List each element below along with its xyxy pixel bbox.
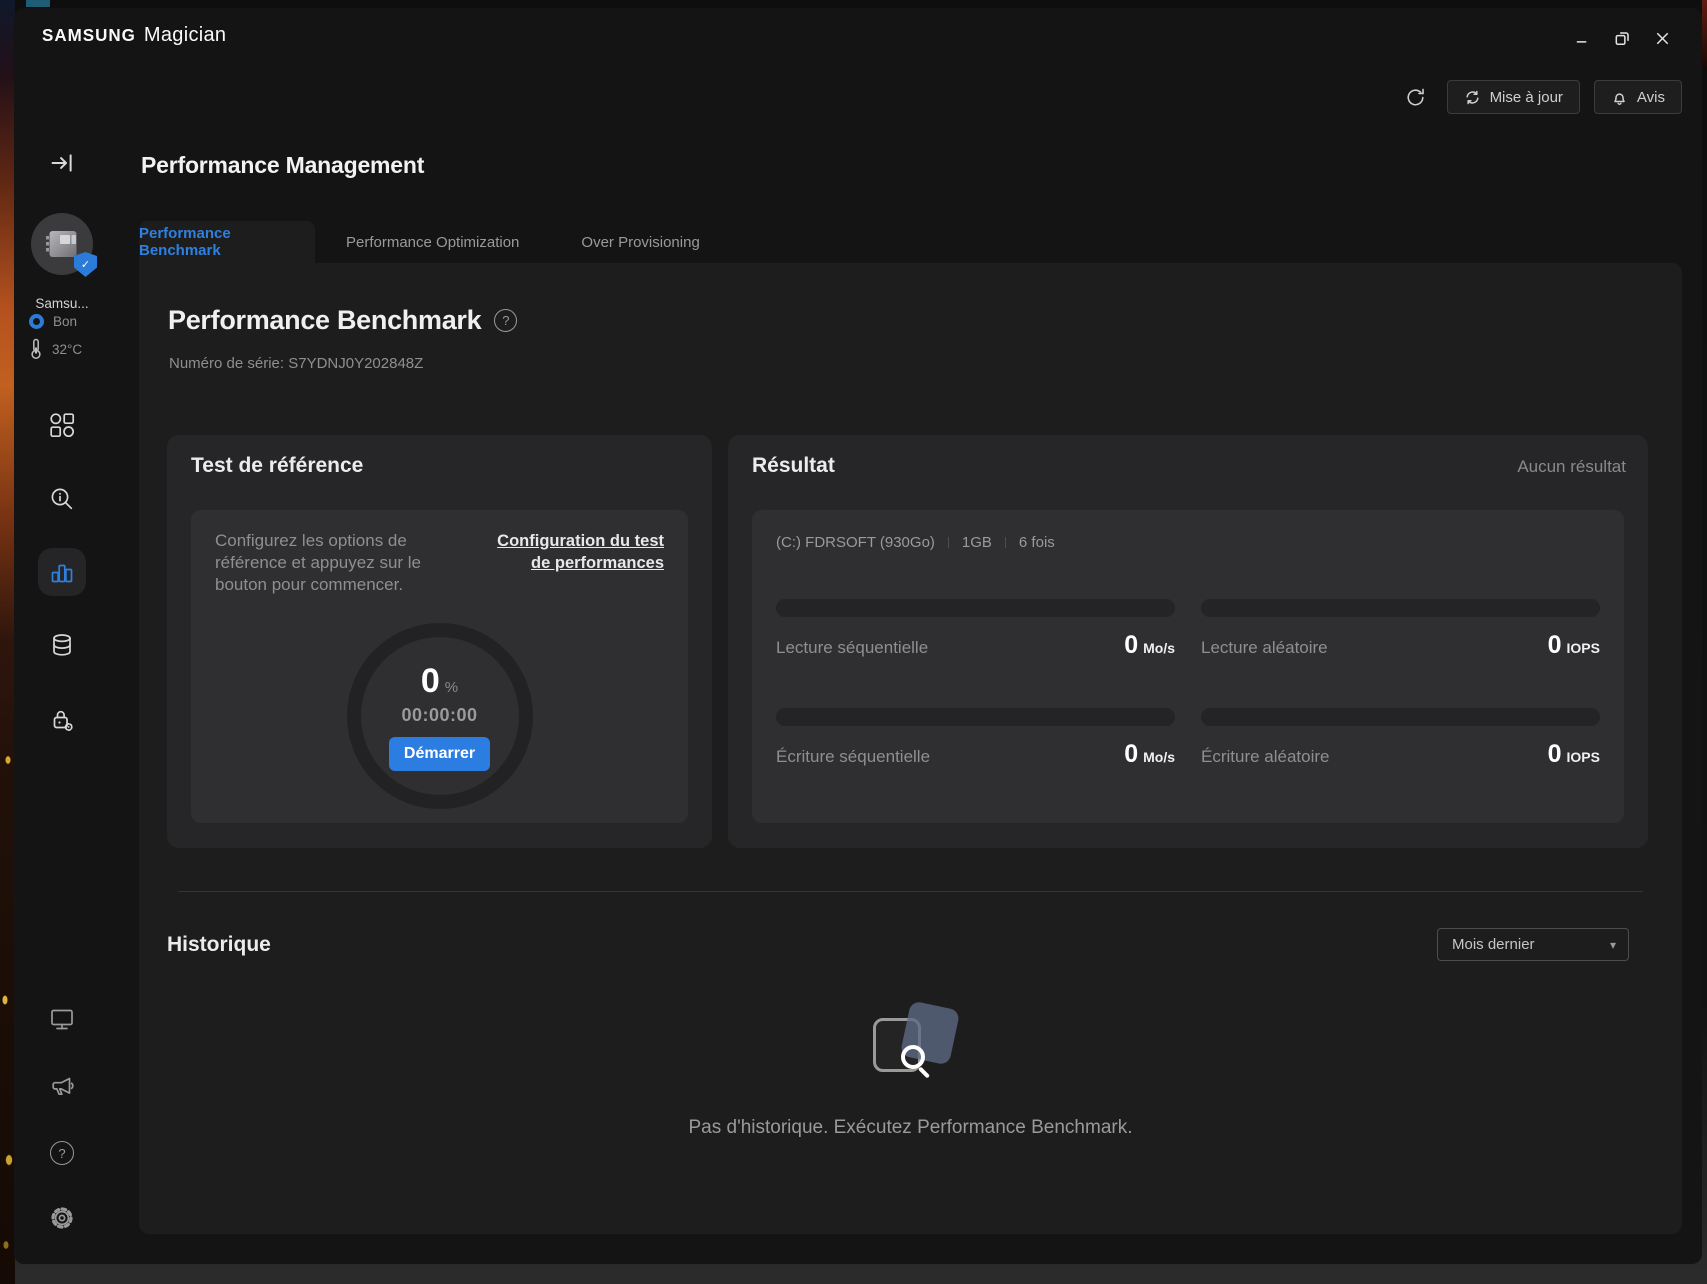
sidebar-item-dashboard[interactable]	[38, 401, 86, 449]
sidebar-item-performance-management[interactable]	[38, 548, 86, 596]
drive-temperature-row: 32°C	[14, 338, 110, 360]
metric-label: Écriture aléatoire	[1201, 747, 1330, 766]
bar-chart-icon	[51, 564, 73, 583]
metric-label: Lecture séquentielle	[776, 638, 929, 657]
history-empty-state: Pas d'historique. Exécutez Performance B…	[139, 1000, 1682, 1139]
metric-value: 0	[1547, 740, 1562, 768]
metric-value: 0	[1124, 740, 1139, 768]
test-card-title: Test de référence	[191, 454, 364, 477]
progress-gauge: 0 % 00:00:00 Démarrer	[346, 623, 533, 809]
expand-sidebar-icon	[51, 154, 72, 172]
help-icon: ?	[50, 1141, 74, 1165]
iterations-label: 6 fois	[1018, 534, 1055, 551]
sidebar-item-help[interactable]: ?	[38, 1129, 86, 1177]
benchmark-cards: Test de référence Configurez les options…	[167, 435, 1648, 848]
health-label: Bon	[53, 314, 78, 329]
test-parameters-row: (C:) FDRSOFT (930Go) 1GB 6 fois	[776, 534, 1600, 551]
reference-test-card: Test de référence Configurez les options…	[167, 435, 712, 848]
sidebar: ✓ Samsu... Bon 32°C ?	[14, 8, 110, 1264]
target-drive-label: (C:) FDRSOFT (930Go)	[776, 534, 935, 551]
lock-settings-icon	[53, 710, 73, 731]
result-card-body: (C:) FDRSOFT (930Go) 1GB 6 fois Lecture …	[752, 510, 1624, 823]
main-content: Performance Management Performance Bench…	[139, 8, 1682, 1264]
metric-sequential-write: Écriture séquentielle 0 Mo/s	[776, 708, 1175, 769]
ssd-icon	[46, 231, 77, 257]
elapsed-timer: 00:00:00	[401, 704, 478, 725]
no-history-icon	[861, 1000, 961, 1085]
desktop-wallpaper-strip	[0, 0, 15, 1284]
drive-name-label: Samsu...	[35, 296, 89, 311]
metric-unit: IOPS	[1566, 640, 1600, 656]
divider	[947, 537, 949, 548]
database-icon	[53, 634, 71, 656]
megaphone-icon	[52, 1077, 74, 1096]
dashboard-grid-icon	[50, 413, 75, 438]
section-divider	[178, 891, 1643, 892]
history-period-value: Mois dernier	[1452, 936, 1535, 953]
progress-percent: 0 %	[421, 662, 458, 701]
desktop-wallpaper-edge	[1702, 0, 1707, 70]
sidebar-item-announcements[interactable]	[38, 1062, 86, 1110]
section-help-icon[interactable]: ?	[494, 309, 518, 332]
thermometer-icon	[31, 338, 41, 359]
metric-value: 0	[1124, 631, 1139, 659]
shield-check-badge-icon: ✓	[74, 252, 97, 277]
page-title: Performance Management	[141, 152, 425, 178]
tab-bar: Performance Benchmark Performance Optimi…	[139, 221, 731, 263]
metric-random-read: Lecture aléatoire 0 IOPS	[1201, 599, 1600, 660]
progress-unit: %	[444, 678, 459, 696]
desktop-wallpaper-accent	[26, 0, 50, 7]
metric-label: Lecture aléatoire	[1201, 638, 1328, 657]
health-good-icon	[29, 314, 44, 329]
serial-number: Numéro de série: S7YDNJ0Y202848Z	[169, 355, 424, 372]
sidebar-expand-button[interactable]	[38, 139, 86, 187]
metric-random-write: Écriture aléatoire 0 IOPS	[1201, 708, 1600, 769]
progress-value: 0	[420, 661, 440, 700]
test-instructions: Configurez les options de référence et a…	[215, 531, 422, 595]
tab-performance-optimization[interactable]: Performance Optimization	[315, 221, 550, 263]
history-title: Historique	[167, 932, 271, 956]
app-window: SAMSUNG Magician Mise à jour Avis ✓ Sams…	[14, 8, 1702, 1264]
sidebar-item-security[interactable]	[38, 696, 86, 744]
sidebar-item-drive-details[interactable]	[38, 475, 86, 523]
section-header: Performance Benchmark ?	[168, 305, 518, 336]
temperature-label: 32°C	[52, 341, 83, 357]
tab-over-provisioning[interactable]: Over Provisioning	[550, 221, 730, 263]
metric-value: 0	[1547, 631, 1562, 659]
start-benchmark-button[interactable]: Démarrer	[388, 736, 491, 771]
progress-bar	[1201, 708, 1600, 726]
history-period-select[interactable]: Mois dernier ▾	[1437, 928, 1629, 961]
result-card-title: Résultat	[752, 454, 835, 477]
no-result-label: Aucun résultat	[1517, 457, 1626, 476]
test-size-label: 1GB	[961, 534, 992, 551]
chevron-down-icon: ▾	[1609, 937, 1616, 952]
progress-bar	[1201, 599, 1600, 617]
result-card: Résultat Aucun résultat (C:) FDRSOFT (93…	[728, 435, 1648, 848]
tab-performance-benchmark[interactable]: Performance Benchmark	[139, 221, 315, 263]
sidebar-item-settings[interactable]	[38, 1194, 86, 1242]
drive-health-row: Bon	[14, 314, 110, 329]
section-title: Performance Benchmark	[168, 305, 482, 335]
progress-bar	[776, 708, 1175, 726]
history-empty-message: Pas d'historique. Exécutez Performance B…	[688, 1117, 1133, 1138]
gear-icon	[51, 1207, 73, 1229]
monitor-icon	[51, 1009, 73, 1030]
benchmark-settings-link[interactable]: Configuration du test de performances	[482, 530, 664, 596]
drive-avatar[interactable]: ✓	[31, 213, 97, 277]
metric-unit: IOPS	[1566, 749, 1600, 765]
metric-label: Écriture séquentielle	[776, 747, 931, 766]
magnifier-icon	[900, 1045, 925, 1069]
test-card-body: Configurez les options de référence et a…	[191, 510, 688, 823]
progress-bar	[776, 599, 1175, 617]
metrics-grid: Lecture séquentielle 0 Mo/s Lecture aléat…	[776, 599, 1600, 769]
metric-unit: Mo/s	[1143, 640, 1175, 656]
drive-info-search-icon	[51, 488, 73, 510]
metric-sequential-read: Lecture séquentielle 0 Mo/s	[776, 599, 1175, 660]
sidebar-item-data-management[interactable]	[38, 621, 86, 669]
divider	[1004, 537, 1006, 548]
sidebar-item-system-info[interactable]	[38, 995, 86, 1043]
metric-unit: Mo/s	[1143, 749, 1175, 765]
benchmark-panel: Performance Benchmark ? Numéro de série:…	[139, 263, 1682, 1234]
